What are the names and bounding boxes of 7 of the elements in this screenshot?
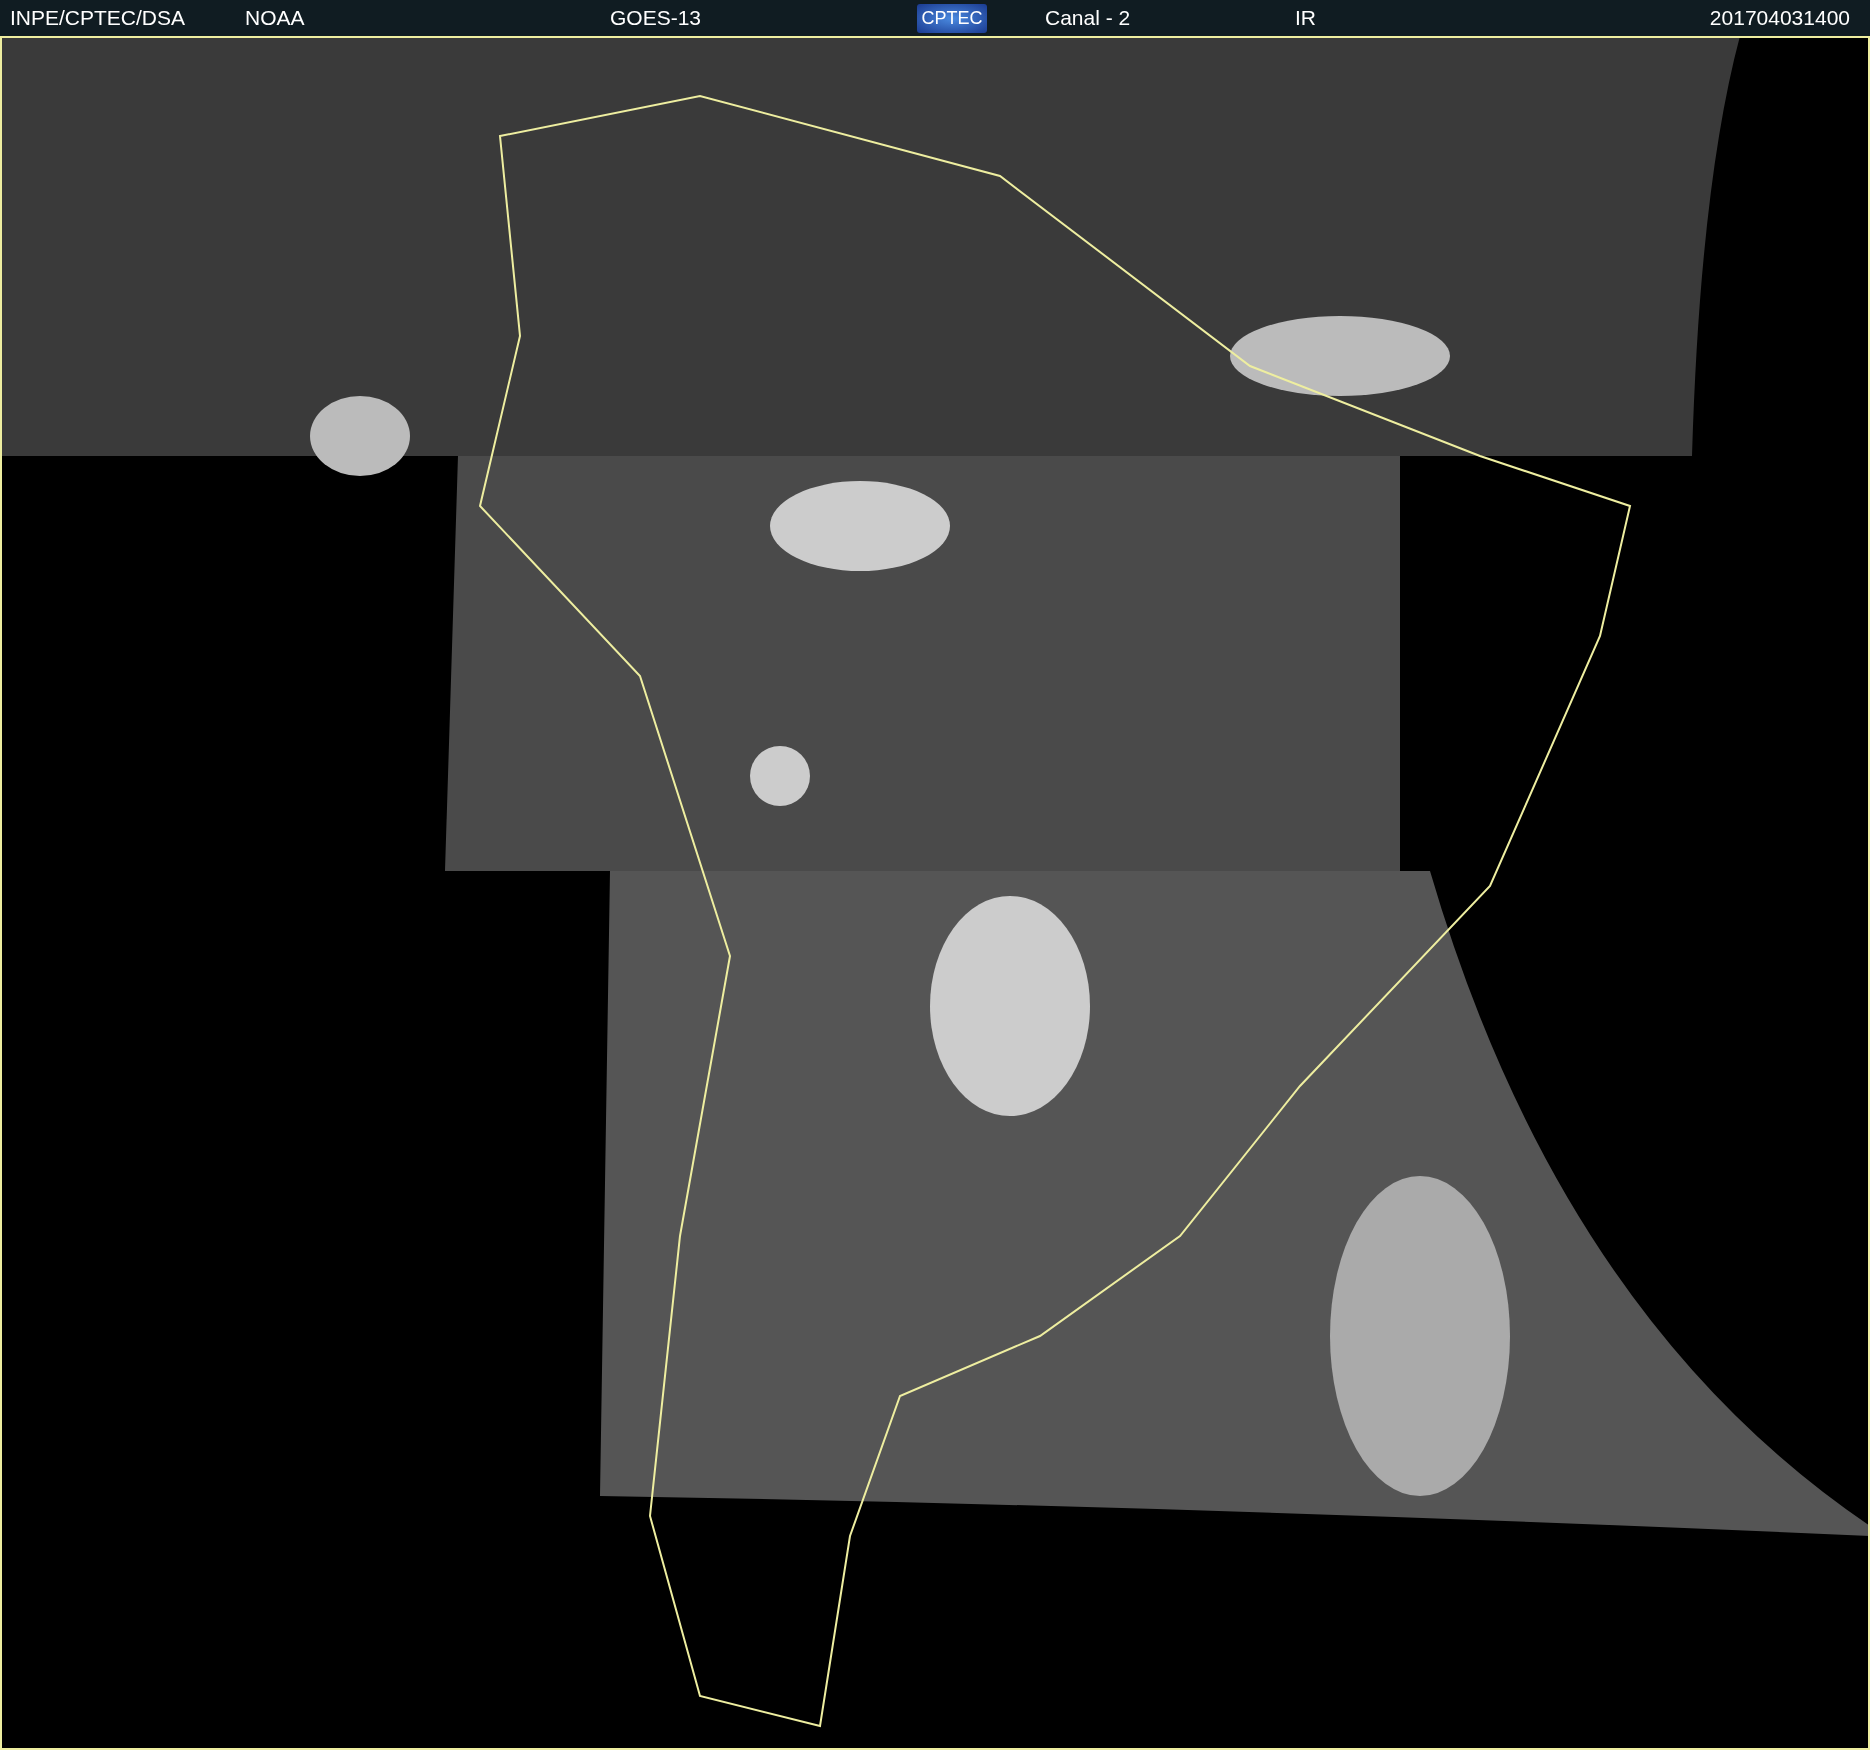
header-label: INPE/CPTEC/DSA [9,6,186,30]
header-label: NOAA [244,6,305,30]
header-label: 201704031400 [1708,6,1851,30]
header-label: GOES-13 [609,6,702,30]
logo: CPTEC [917,3,987,33]
header-label: Canal - 2 [1044,6,1131,30]
header-label: IR [1294,6,1316,30]
